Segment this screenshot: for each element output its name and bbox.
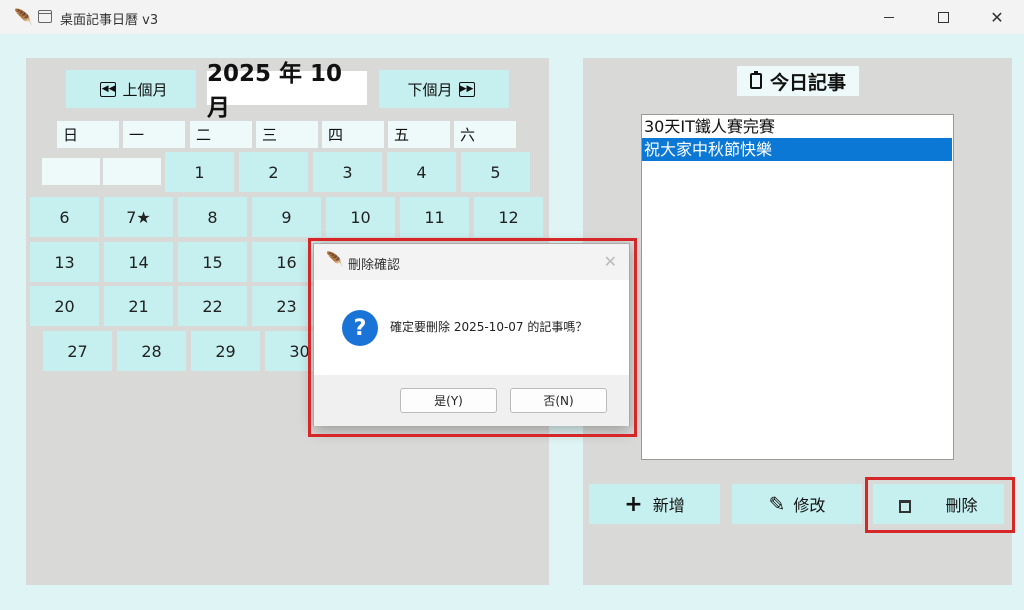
minimize-icon (884, 16, 894, 18)
weekday-sun: 日 (57, 121, 119, 148)
empty-cell (42, 158, 100, 185)
today-notes-title: 今日記事 (737, 66, 859, 96)
window-title: 桌面記事日曆 v3 (60, 13, 159, 28)
day-1[interactable]: 1 (165, 152, 234, 192)
add-button[interactable]: + 新增 (589, 484, 720, 524)
maximize-icon (937, 11, 949, 23)
edit-label: 修改 (793, 496, 826, 515)
day-14[interactable]: 14 (104, 242, 173, 282)
dialog-highlight (308, 238, 637, 437)
day-7-marked[interactable]: 7 ★ (104, 197, 173, 237)
day-4[interactable]: 4 (387, 152, 456, 192)
day-20[interactable]: 20 (30, 286, 99, 326)
month-label: 2025 年 10 月 (207, 61, 367, 121)
empty-cell (103, 158, 161, 185)
day-21[interactable]: 21 (104, 286, 173, 326)
feather-icon: 🪶 (14, 8, 33, 26)
day-22[interactable]: 22 (178, 286, 247, 326)
day-5[interactable]: 5 (461, 152, 530, 192)
list-item[interactable]: 30天IT鐵人賽完賽 (642, 115, 952, 138)
delete-button-highlight (865, 477, 1015, 533)
edit-button[interactable]: ✎ 修改 (732, 484, 862, 524)
weekday-fri: 五 (388, 121, 450, 148)
day-11[interactable]: 11 (400, 197, 469, 237)
day-13[interactable]: 13 (30, 242, 99, 282)
next-month-label: 下個月 (407, 80, 453, 99)
rewind-icon: ◀◀ (100, 81, 117, 97)
pencil-icon: ✎ (768, 492, 786, 516)
day-2[interactable]: 2 (239, 152, 308, 192)
day-9[interactable]: 9 (252, 197, 321, 237)
clipboard-icon (749, 71, 762, 89)
day-8[interactable]: 8 (178, 197, 247, 237)
plus-icon: + (624, 491, 643, 517)
today-notes-label: 今日記事 (769, 71, 846, 94)
title-bar: 🪶 桌面記事日曆 v3 ✕ (0, 0, 1024, 34)
weekday-wed: 三 (256, 121, 318, 148)
list-item-selected[interactable]: 祝大家中秋節快樂 (642, 138, 952, 161)
day-29[interactable]: 29 (191, 331, 260, 371)
add-label: 新增 (652, 496, 685, 515)
day-27[interactable]: 27 (43, 331, 112, 371)
day-10[interactable]: 10 (326, 197, 395, 237)
star-icon: ★ (136, 207, 151, 227)
weekday-sat: 六 (454, 121, 516, 148)
fast-forward-icon: ▶▶ (458, 81, 475, 97)
weekday-thu: 四 (322, 121, 384, 148)
day-3[interactable]: 3 (313, 152, 382, 192)
close-icon: ✕ (990, 7, 1004, 27)
weekday-tue: 二 (190, 121, 252, 148)
prev-month-button[interactable]: ◀◀ 上個月 (66, 70, 196, 108)
day-15[interactable]: 15 (178, 242, 247, 282)
next-month-button[interactable]: 下個月 ▶▶ (379, 70, 509, 108)
day-28[interactable]: 28 (117, 331, 186, 371)
maximize-button[interactable] (918, 0, 968, 34)
prev-month-label: 上個月 (122, 80, 168, 99)
day-7-label: 7 (126, 207, 137, 227)
day-6[interactable]: 6 (30, 197, 99, 237)
day-12[interactable]: 12 (474, 197, 543, 237)
weekday-mon: 一 (123, 121, 185, 148)
notes-listbox[interactable]: 30天IT鐵人賽完賽 祝大家中秋節快樂 (641, 114, 954, 460)
minimize-button[interactable] (864, 0, 914, 34)
calendar-icon (38, 10, 52, 23)
close-button[interactable]: ✕ (972, 0, 1022, 34)
